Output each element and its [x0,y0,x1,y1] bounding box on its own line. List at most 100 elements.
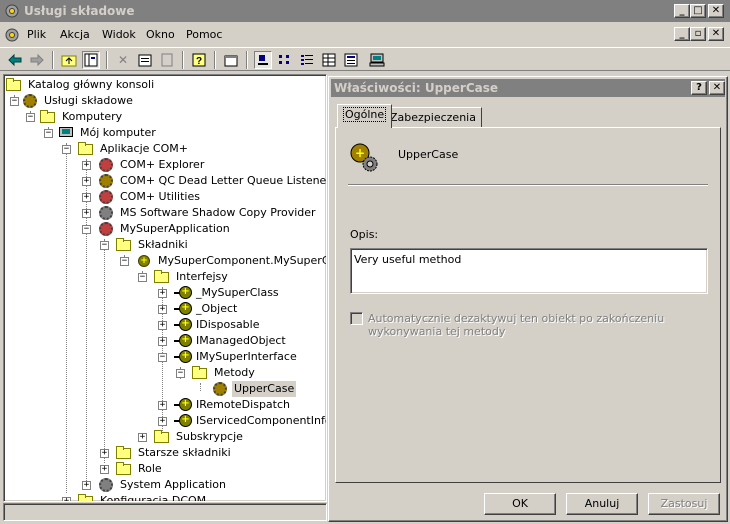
expand-toggle[interactable]: + [158,289,167,298]
component-ball-icon: + [136,253,152,269]
auto-deactivate-label: Automatycznie dezaktywuj ten obiekt po z… [368,312,665,338]
collapse-toggle[interactable]: − [100,241,109,250]
expand-toggle[interactable]: + [158,305,167,314]
maximize-button[interactable]: □ [690,4,706,18]
menu-widok[interactable]: Widok [102,28,136,41]
status-bar [3,503,327,521]
method-icon [212,381,228,397]
child-minimize-button[interactable]: _ [674,27,690,41]
description-label: Opis: [350,228,379,241]
refresh-icon[interactable] [158,51,176,69]
dialog-close-button[interactable]: ✕ [709,81,725,95]
forward-arrow-icon[interactable] [28,51,46,69]
dialog-title: Właściwości: UpperCase [334,81,498,95]
folder-icon [78,494,93,501]
folder-icon [78,142,93,155]
large-icons-icon[interactable] [254,51,272,69]
up-folder-icon[interactable] [60,51,78,69]
tab-security[interactable]: Zabezpieczenia [384,107,482,127]
collapse-toggle[interactable]: − [158,353,167,362]
expand-toggle[interactable]: + [158,337,167,346]
com-application-icon [98,205,114,221]
expand-toggle[interactable]: + [138,433,147,442]
menu-pomoc[interactable]: Pomoc [186,28,222,41]
cancel-button[interactable]: Anuluj [566,493,638,515]
separator [348,184,708,186]
apply-button[interactable]: Zastosuj [648,493,720,515]
collapse-toggle[interactable]: − [10,97,19,106]
computer-icon[interactable] [368,51,386,69]
interface-icon [174,318,192,332]
collapse-toggle[interactable]: − [138,273,147,282]
status-view-icon[interactable] [342,51,360,69]
folder-icon [154,430,169,443]
svg-text:?: ? [196,56,202,67]
detail-view-icon[interactable] [320,51,338,69]
help-icon[interactable]: ? [190,51,208,69]
general-tab-panel: + UpperCase Opis: Very useful method Aut… [335,127,721,483]
menu-plik[interactable]: Plik [27,28,46,41]
expand-toggle[interactable]: + [158,417,167,426]
com-application-icon [98,173,114,189]
main-title-bar[interactable]: Usługi składowe _ □ ✕ [0,0,730,22]
collapse-toggle[interactable]: − [176,369,185,378]
interface-icon [174,334,192,348]
folder-icon [116,446,131,459]
ok-button[interactable]: OK [484,493,556,515]
expand-toggle[interactable]: + [100,449,109,458]
child-restore-button[interactable]: ▫ [690,27,706,41]
object-name: UpperCase [398,148,459,161]
new-window-icon[interactable] [222,51,240,69]
back-arrow-icon[interactable] [6,51,24,69]
com-application-icon [98,221,114,237]
expand-toggle[interactable]: + [100,465,109,474]
expand-toggle[interactable]: + [82,209,91,218]
menu-okno[interactable]: Okno [146,28,175,41]
interface-icon [174,398,192,412]
collapse-toggle[interactable]: − [62,145,71,154]
expand-toggle[interactable]: + [82,193,91,202]
show-hide-tree-icon[interactable] [82,51,100,69]
collapse-toggle[interactable]: − [26,113,35,122]
delete-icon[interactable]: ✕ [114,51,132,69]
properties-icon[interactable] [136,51,154,69]
component-services-icon [22,93,38,109]
dialog-title-bar[interactable]: Właściwości: UpperCase ? ✕ [331,79,725,97]
collapse-toggle[interactable]: − [44,129,53,138]
description-field[interactable]: Very useful method [350,248,708,294]
small-icons-icon[interactable] [276,51,294,69]
folder-icon [154,270,169,283]
properties-dialog: Właściwości: UpperCase ? ✕ Ogólne Zabezp… [328,76,728,522]
tab-general[interactable]: Ogólne [337,104,393,128]
folder-icon [116,238,131,251]
folder-icon [116,462,131,475]
interface-icon [174,350,192,364]
svg-text:+: + [355,146,365,160]
menu-bar: Plik Akcja Widok Okno Pomoc [0,23,730,46]
expand-toggle[interactable]: + [82,177,91,186]
computer-icon [58,125,74,141]
help-button[interactable]: ? [691,81,707,95]
com-application-icon [98,157,114,173]
console-tree[interactable]: Katalog główny konsoli − Usługi składowe… [3,74,327,502]
expand-toggle[interactable]: + [82,161,91,170]
menu-akcja[interactable]: Akcja [60,28,90,41]
method-icon: + [348,142,380,174]
close-button[interactable]: ✕ [708,4,724,18]
expand-toggle[interactable]: + [82,481,91,490]
list-view-icon[interactable] [298,51,316,69]
folder-icon [192,366,207,379]
auto-deactivate-checkbox[interactable] [350,312,363,325]
minimize-button[interactable]: _ [674,4,690,18]
collapse-toggle[interactable]: − [82,225,91,234]
component-services-icon [4,3,20,19]
child-close-button[interactable]: ✕ [708,27,724,41]
child-window-icon[interactable] [4,27,20,43]
expand-toggle[interactable]: + [158,321,167,330]
expand-toggle[interactable]: + [158,401,167,410]
collapse-toggle[interactable]: − [120,257,129,266]
interface-icon [174,286,192,300]
folder-icon [40,110,55,123]
com-application-icon [98,189,114,205]
expand-toggle[interactable]: + [62,497,71,501]
